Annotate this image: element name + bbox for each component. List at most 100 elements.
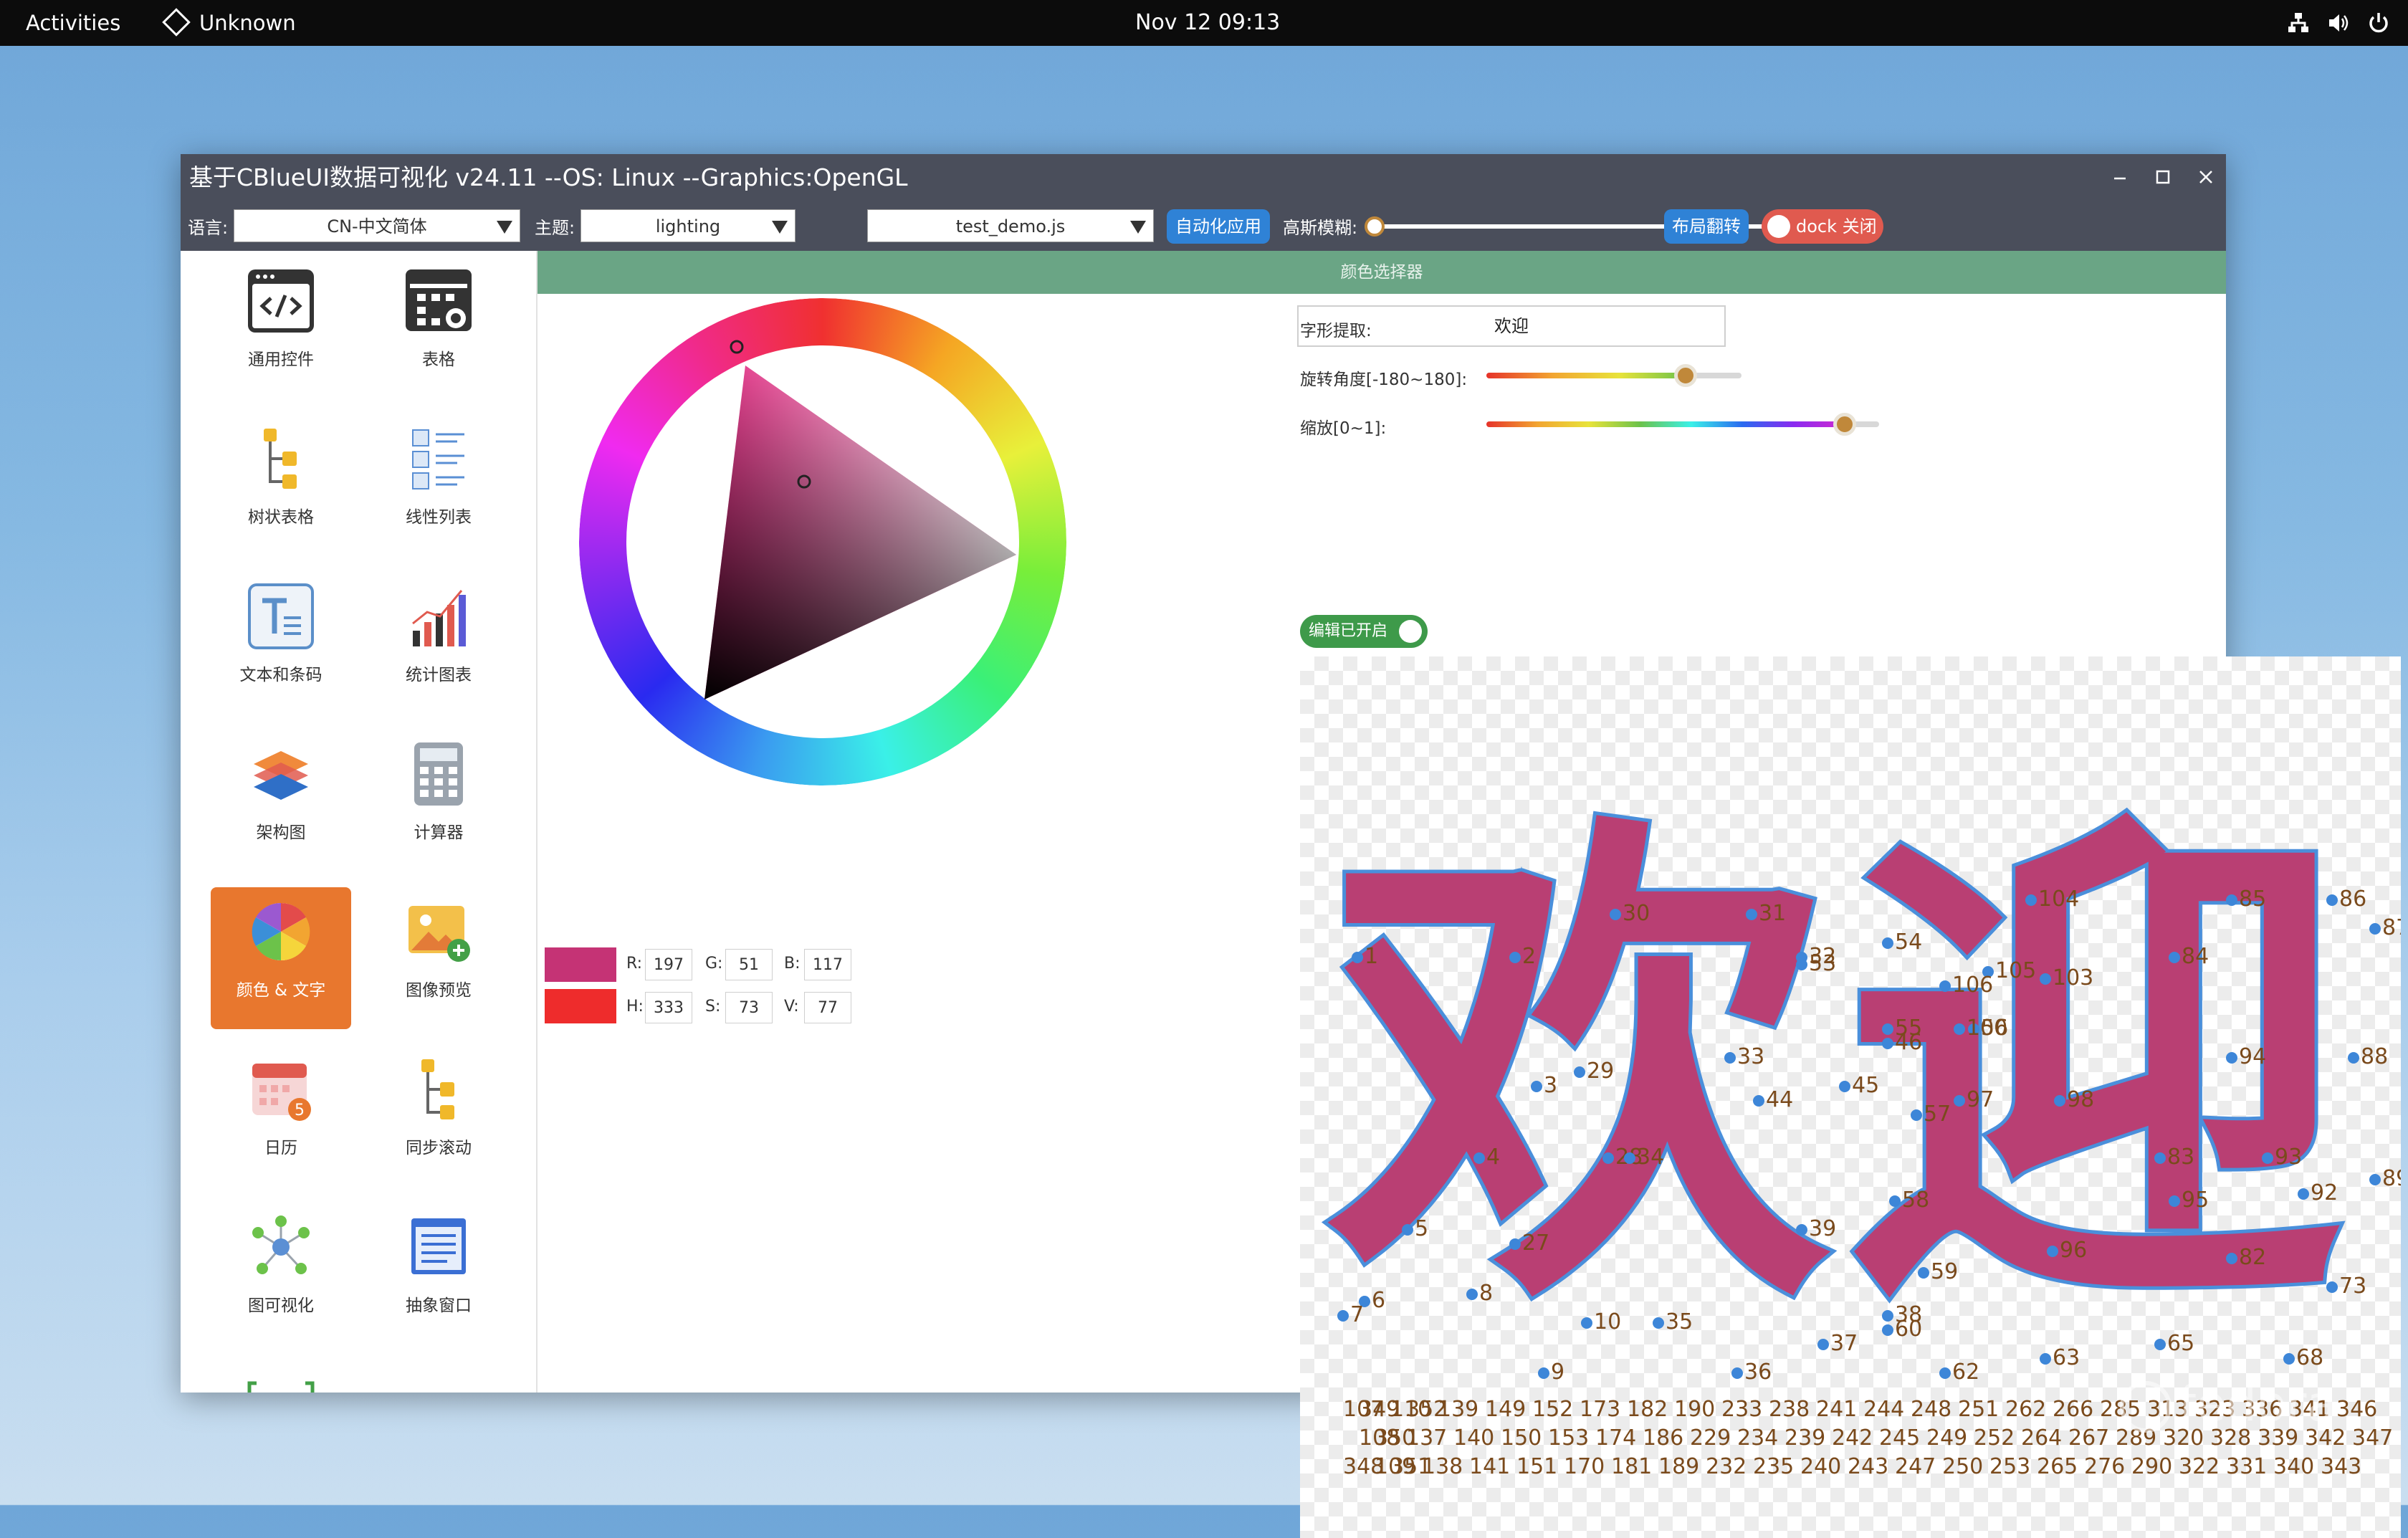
layout-flip-button[interactable]: 布局翻转 — [1664, 209, 1749, 244]
control-point[interactable] — [1882, 1324, 1893, 1336]
control-point[interactable] — [1602, 1152, 1614, 1164]
control-point[interactable] — [1509, 1238, 1521, 1250]
control-point[interactable] — [1954, 1095, 1965, 1107]
control-point[interactable] — [1653, 1317, 1664, 1329]
control-point[interactable] — [1882, 1023, 1893, 1035]
control-point[interactable] — [2169, 952, 2180, 963]
r-input[interactable]: 197 — [645, 949, 692, 980]
rotation-slider-handle[interactable] — [1674, 364, 1697, 387]
sidebar-item-color-text[interactable]: 颜色 & 文字 — [211, 887, 351, 1029]
control-point[interactable] — [2226, 894, 2237, 906]
control-point[interactable] — [2226, 1052, 2237, 1064]
theme-value: lighting — [655, 216, 721, 237]
s-input[interactable]: 73 — [725, 992, 773, 1023]
control-point[interactable] — [1337, 1310, 1349, 1322]
control-point[interactable] — [2154, 1339, 2166, 1350]
control-point[interactable] — [1918, 1267, 1929, 1279]
control-point[interactable] — [2369, 1174, 2381, 1185]
control-point[interactable] — [1796, 1224, 1807, 1236]
control-point[interactable] — [2283, 1353, 2295, 1365]
control-point[interactable] — [1538, 1367, 1549, 1379]
control-point[interactable] — [2262, 1152, 2273, 1164]
v-input[interactable]: 77 — [804, 992, 851, 1023]
blur-slider-track[interactable] — [1376, 224, 1820, 229]
control-point[interactable] — [1839, 1081, 1850, 1092]
control-point[interactable] — [1724, 1052, 1736, 1064]
sidebar-item-linear-list[interactable]: 线性列表 — [368, 414, 509, 556]
control-point[interactable] — [1352, 952, 1363, 963]
h-input[interactable]: 333 — [645, 992, 692, 1023]
sidebar-item-architecture[interactable]: 架构图 — [211, 730, 351, 871]
sidebar-item-text[interactable]: 文本和条码 — [211, 572, 351, 714]
control-point[interactable] — [1882, 1310, 1893, 1322]
rotation-slider-track[interactable] — [1486, 373, 1686, 378]
control-point[interactable] — [1939, 1367, 1951, 1379]
control-point[interactable] — [2298, 1188, 2309, 1200]
scale-slider-handle[interactable] — [1833, 413, 1856, 436]
sidebar-item-calculator[interactable]: 计算器 — [368, 730, 509, 871]
sidebar-item-charts[interactable]: 统计图表 — [368, 572, 509, 714]
sidebar-item-sync-scroll[interactable]: 同步滚动 — [368, 1045, 509, 1187]
control-point[interactable] — [1954, 1023, 1965, 1035]
color-wheel[interactable] — [579, 298, 1066, 785]
control-point[interactable] — [1531, 1081, 1542, 1092]
control-point[interactable] — [2226, 1253, 2237, 1264]
control-point[interactable] — [2326, 1281, 2338, 1293]
control-point[interactable] — [2326, 894, 2338, 906]
sidebar-item-image-preview[interactable]: 图像预览 — [368, 887, 509, 1029]
maximize-icon[interactable] — [2147, 161, 2179, 193]
blur-slider-handle[interactable] — [1365, 216, 1385, 237]
control-point[interactable] — [2054, 1095, 2065, 1107]
control-point[interactable] — [2047, 1246, 2058, 1257]
control-point[interactable] — [1473, 1152, 1485, 1164]
control-point[interactable] — [2040, 973, 2051, 985]
theme-select[interactable]: lighting — [580, 209, 796, 242]
control-point[interactable] — [1882, 1038, 1893, 1049]
sidebar-item-graph[interactable]: 图可视化 — [211, 1203, 351, 1344]
sidebar-item-calendar[interactable]: 5 日历 — [211, 1045, 351, 1187]
control-point[interactable] — [2040, 1353, 2051, 1365]
control-point[interactable] — [2154, 1152, 2166, 1164]
control-point[interactable] — [2169, 1195, 2180, 1207]
control-point[interactable] — [1889, 1195, 1901, 1207]
g-input[interactable]: 51 — [725, 949, 773, 980]
control-point[interactable] — [1610, 909, 1621, 920]
b-input[interactable]: 117 — [804, 949, 851, 980]
clock[interactable]: Nov 12 09:13 — [1135, 0, 1280, 46]
control-point[interactable] — [2369, 923, 2381, 935]
control-point[interactable] — [1574, 1066, 1585, 1078]
auto-apply-button[interactable]: 自动化应用 — [1167, 209, 1270, 244]
sidebar[interactable]: 通用控件 表格 树状表格 线性列表 文本和条码 统计图表 架构图 计算器 颜色 … — [181, 251, 538, 1393]
control-point[interactable] — [1581, 1317, 1592, 1329]
close-icon[interactable] — [2190, 161, 2222, 193]
dock-toggle[interactable]: dock 关闭 — [1762, 209, 1883, 244]
sidebar-item-controls[interactable]: 通用控件 — [211, 257, 351, 398]
language-select[interactable]: CN-中文简体 — [234, 209, 520, 242]
control-point[interactable] — [1746, 909, 1757, 920]
activities-button[interactable]: Activities — [26, 0, 120, 46]
sidebar-item-table[interactable]: 表格 — [368, 257, 509, 398]
control-point[interactable] — [1939, 980, 1951, 992]
edit-toggle[interactable]: 编辑已开启 — [1300, 615, 1428, 648]
glyph-input[interactable]: 欢迎 — [1297, 305, 1726, 347]
control-point[interactable] — [1466, 1289, 1478, 1300]
control-point[interactable] — [1402, 1224, 1413, 1236]
control-point[interactable] — [1911, 1109, 1922, 1121]
control-point[interactable] — [1753, 1095, 1764, 1107]
app-menu[interactable]: Unknown — [162, 0, 296, 46]
minimize-icon[interactable] — [2104, 161, 2136, 193]
control-point[interactable] — [2348, 1052, 2359, 1064]
sidebar-item-abstract-window[interactable]: 抽象窗口 — [368, 1203, 509, 1344]
control-point[interactable] — [1796, 959, 1807, 970]
control-point[interactable] — [1817, 1339, 1829, 1350]
control-point[interactable] — [1882, 937, 1893, 949]
system-tray[interactable] — [2286, 9, 2391, 37]
control-point[interactable] — [2025, 894, 2037, 906]
sidebar-item-tree-table[interactable]: 树状表格 — [211, 414, 351, 556]
control-point[interactable] — [1624, 1152, 1635, 1164]
control-point[interactable] — [1509, 952, 1521, 963]
control-point[interactable] — [1731, 1367, 1743, 1379]
scale-slider-track[interactable] — [1486, 421, 1845, 427]
title-bar[interactable]: 基于CBlueUI数据可视化 v24.11 --OS: Linux --Grap… — [181, 154, 2226, 201]
script-select[interactable]: test_demo.js — [867, 209, 1154, 242]
